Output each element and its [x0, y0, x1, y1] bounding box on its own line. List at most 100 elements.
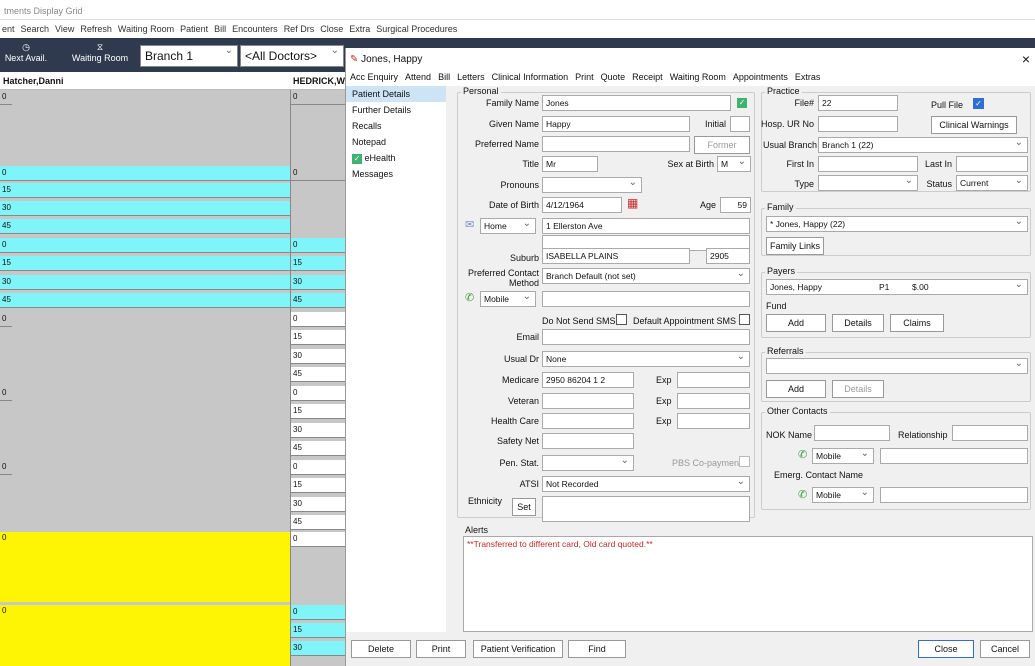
medicare-input[interactable]: 2950 86204 1 2: [542, 372, 634, 388]
type-select[interactable]: [818, 175, 918, 191]
menu-appointments[interactable]: Appointments: [733, 72, 788, 82]
doctors-select[interactable]: <All Doctors>: [240, 45, 344, 67]
appointment-slot[interactable]: 30: [291, 641, 346, 656]
pronouns-select[interactable]: [542, 177, 642, 193]
bg-menu-item[interactable]: View: [55, 24, 74, 34]
emerg-phone-input[interactable]: [880, 487, 1028, 503]
menu-receipt[interactable]: Receipt: [632, 72, 663, 82]
appointment-slot[interactable]: 0: [291, 605, 346, 620]
appointment-slot[interactable]: 15: [0, 183, 290, 198]
age-input[interactable]: 59: [720, 197, 751, 213]
appointment-slot[interactable]: 30: [291, 275, 346, 290]
menu-bill[interactable]: Bill: [438, 72, 450, 82]
nav-messages[interactable]: Messages: [346, 166, 446, 182]
file-input[interactable]: 22: [818, 95, 898, 111]
menu-acc-enquiry[interactable]: Acc Enquiry: [350, 72, 398, 82]
appointment-block[interactable]: 0: [0, 605, 290, 666]
waiting-room-button[interactable]: ⧖ Waiting Room: [68, 42, 132, 63]
appointment-slot[interactable]: 15: [291, 623, 346, 638]
appointment-slot[interactable]: 0: [291, 238, 346, 253]
print-button[interactable]: Print: [416, 640, 466, 658]
emerg-phone-type-select[interactable]: Mobile: [812, 487, 874, 503]
close-icon[interactable]: ×: [1022, 51, 1030, 67]
next-avail-button[interactable]: ◷ Next Avail.: [4, 42, 48, 63]
email-input[interactable]: [542, 329, 750, 345]
bg-menu-item[interactable]: Encounters: [232, 24, 278, 34]
find-button[interactable]: Find: [568, 640, 626, 658]
appointment-slot[interactable]: 45: [291, 293, 346, 308]
menu-waiting-room[interactable]: Waiting Room: [670, 72, 726, 82]
appointment-block[interactable]: 0: [0, 532, 290, 602]
appointment-slot[interactable]: 45: [0, 219, 290, 234]
medicare-exp-input[interactable]: [677, 372, 750, 388]
bg-menu-item[interactable]: Surgical Procedures: [376, 24, 457, 34]
family-select[interactable]: * Jones, Happy (22): [766, 216, 1028, 232]
veteran-exp-input[interactable]: [677, 393, 750, 409]
last-in-input[interactable]: [956, 156, 1028, 172]
default-sms-checkbox[interactable]: [739, 314, 750, 325]
nav-notepad[interactable]: Notepad: [346, 134, 446, 150]
nav-further-details[interactable]: Further Details: [346, 102, 446, 118]
calendar-icon[interactable]: ▦: [627, 196, 638, 210]
payers-details-button[interactable]: Details: [832, 314, 884, 332]
first-in-input[interactable]: [818, 156, 918, 172]
appointment-slot[interactable]: 15: [0, 256, 290, 271]
menu-print[interactable]: Print: [575, 72, 594, 82]
payers-add-button[interactable]: Add: [766, 314, 826, 332]
pen-stat-select[interactable]: [542, 455, 634, 471]
branch-select[interactable]: Branch 1: [140, 45, 238, 67]
address-line-1-input[interactable]: 1 Ellerston Ave: [542, 218, 750, 234]
ethnicity-list[interactable]: [542, 496, 750, 522]
phone-type-select[interactable]: Mobile: [480, 291, 536, 307]
atsi-select[interactable]: Not Recorded: [542, 476, 750, 492]
bg-menu-item[interactable]: Patient: [180, 24, 208, 34]
veteran-input[interactable]: [542, 393, 634, 409]
no-sms-checkbox[interactable]: [616, 314, 627, 325]
payers-select[interactable]: Jones, Happy P1 $.00: [766, 279, 1028, 295]
menu-clinical-information[interactable]: Clinical Information: [492, 72, 569, 82]
nav-ehealth[interactable]: ✓ eHealth: [346, 150, 446, 166]
postcode-input[interactable]: 2905: [706, 248, 750, 264]
family-name-input[interactable]: Jones: [542, 95, 731, 111]
appointment-slot[interactable]: 30: [0, 201, 290, 216]
preferred-contact-select[interactable]: Branch Default (not set): [542, 268, 750, 284]
claims-button[interactable]: Claims: [890, 314, 944, 332]
close-button[interactable]: Close: [918, 640, 974, 658]
pull-file-checkbox[interactable]: ✓: [973, 98, 984, 109]
ethnicity-set-button[interactable]: Set: [512, 498, 536, 516]
former-button[interactable]: Former: [694, 136, 750, 154]
appointment-slot[interactable]: 0: [0, 166, 290, 181]
cancel-button[interactable]: Cancel: [980, 640, 1030, 658]
title-input[interactable]: Mr: [542, 156, 598, 172]
health-care-input[interactable]: [542, 413, 634, 429]
initial-input[interactable]: [730, 116, 750, 132]
referrals-add-button[interactable]: Add: [766, 380, 826, 398]
pbs-checkbox[interactable]: [739, 456, 750, 467]
suburb-input[interactable]: ISABELLA PLAINS: [542, 248, 690, 264]
nav-patient-details[interactable]: Patient Details: [346, 86, 446, 102]
schedule-column-2[interactable]: 0 0 0 15 30 45 0 15 30 45 0 15 30 45 0 1…: [290, 90, 346, 666]
address-type-select[interactable]: Home: [480, 218, 536, 234]
bg-menu-item[interactable]: ent: [2, 24, 15, 34]
phone-input[interactable]: [542, 291, 750, 307]
alerts-textarea[interactable]: **Transferred to different card, Old car…: [463, 536, 1033, 632]
family-links-button[interactable]: Family Links: [766, 237, 824, 255]
bg-menu-item[interactable]: Extra: [349, 24, 370, 34]
sex-select[interactable]: M: [717, 156, 751, 172]
menu-attend[interactable]: Attend: [405, 72, 431, 82]
schedule-column-1[interactable]: 0 0 15 30 45 0 15 30 45 0 0 0 0 0: [0, 90, 290, 666]
health-care-exp-input[interactable]: [677, 413, 750, 429]
referrals-select[interactable]: [766, 358, 1028, 374]
menu-letters[interactable]: Letters: [457, 72, 485, 82]
appointment-slot[interactable]: 45: [0, 293, 290, 308]
menu-quote[interactable]: Quote: [601, 72, 626, 82]
dob-input[interactable]: 4/12/1964: [542, 197, 622, 213]
clinical-warnings-button[interactable]: Clinical Warnings: [931, 116, 1017, 134]
menu-extras[interactable]: Extras: [795, 72, 821, 82]
appointment-slot[interactable]: 30: [0, 275, 290, 290]
bg-menu-item[interactable]: Waiting Room: [118, 24, 174, 34]
delete-button[interactable]: Delete: [351, 640, 411, 658]
status-select[interactable]: Current: [956, 175, 1028, 191]
safety-net-input[interactable]: [542, 433, 634, 449]
nav-recalls[interactable]: Recalls: [346, 118, 446, 134]
